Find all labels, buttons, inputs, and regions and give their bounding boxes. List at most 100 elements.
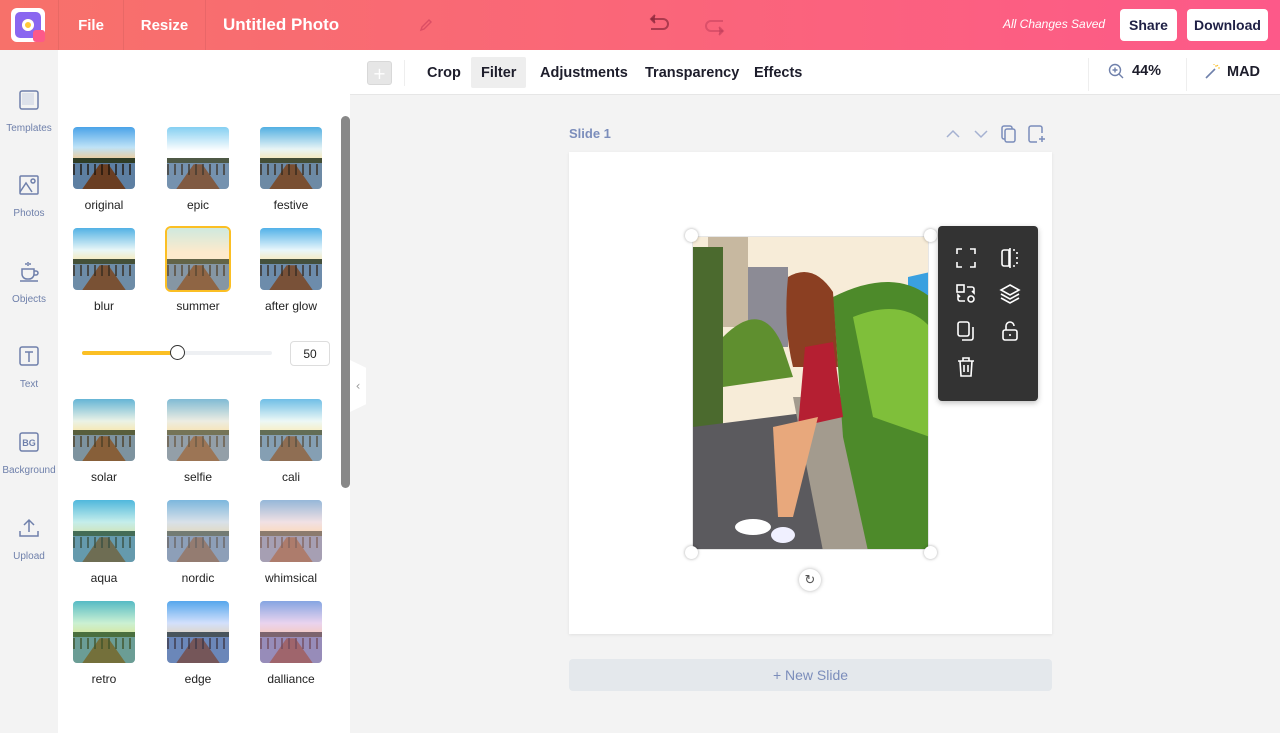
sidebar-label: Background (2, 465, 55, 476)
selected-photo[interactable] (692, 236, 929, 550)
filter-thumbnail[interactable] (71, 599, 137, 665)
resize-handle-bl[interactable] (685, 546, 698, 559)
filter-after-glow[interactable]: after glow (258, 226, 324, 313)
filter-thumbnail[interactable] (71, 397, 137, 463)
filter-blur[interactable]: blur (71, 226, 137, 313)
document-title[interactable]: Untitled Photo (206, 0, 406, 50)
filter-dalliance[interactable]: dalliance (258, 599, 324, 686)
filter-cali[interactable]: cali (258, 397, 324, 484)
filter-thumbnail[interactable] (71, 498, 137, 564)
sidebar: Templates Photos Objects Text BG Backgro… (0, 50, 58, 733)
delete-icon[interactable] (954, 355, 978, 379)
resize-handle-tr[interactable] (924, 229, 937, 242)
sidebar-item-background[interactable]: BG Background (0, 430, 58, 477)
add-button[interactable]: + (367, 61, 392, 85)
app-logo-icon[interactable] (11, 8, 45, 42)
new-slide-button[interactable]: + New Slide (569, 659, 1052, 691)
cup-icon (17, 259, 41, 283)
share-button[interactable]: Share (1120, 9, 1177, 41)
filter-label: epic (165, 198, 231, 212)
filter-selfie[interactable]: selfie (165, 397, 231, 484)
thumb-layer (167, 601, 229, 663)
filter-retro[interactable]: retro (71, 599, 137, 686)
filter-thumbnail[interactable] (71, 125, 137, 191)
slider-knob[interactable] (170, 345, 185, 360)
thumb-layer (260, 601, 322, 663)
thumb-layer (167, 500, 229, 562)
collapse-panel-button[interactable]: ‹ (350, 360, 366, 412)
intensity-slider[interactable] (82, 351, 272, 355)
tab-effects[interactable]: Effects (744, 57, 812, 88)
filter-label: whimsical (258, 571, 324, 585)
filter-label: original (71, 198, 137, 212)
thumb-layer (167, 399, 229, 461)
divider (1186, 58, 1187, 91)
sidebar-item-upload[interactable]: Upload (0, 516, 58, 563)
filter-thumbnail[interactable] (258, 397, 324, 463)
filter-label: retro (71, 672, 137, 686)
filter-thumbnail[interactable] (165, 498, 231, 564)
tab-crop[interactable]: Crop (417, 57, 471, 88)
thumb-layer (167, 228, 229, 290)
zoom-control[interactable]: 44% (1108, 63, 1161, 79)
duplicate-slide-icon[interactable] (999, 124, 1019, 144)
filter-epic[interactable]: epic (165, 125, 231, 212)
filter-original[interactable]: original (71, 125, 137, 212)
rotate-handle[interactable]: ↻ (799, 569, 821, 591)
filter-aqua[interactable]: aqua (71, 498, 137, 585)
undo-icon[interactable] (645, 12, 671, 36)
unlock-icon[interactable] (998, 319, 1022, 343)
add-slide-icon[interactable] (1027, 124, 1047, 144)
zoom-level: 44% (1132, 63, 1161, 79)
resize-menu[interactable]: Resize (124, 0, 206, 50)
thumb-layer (73, 500, 135, 562)
filter-thumbnail[interactable] (258, 498, 324, 564)
file-menu[interactable]: File (58, 0, 124, 50)
filter-thumbnail[interactable] (258, 226, 324, 292)
replace-icon[interactable] (954, 282, 978, 306)
thumb-layer (260, 399, 322, 461)
magic-button[interactable]: MAD (1204, 63, 1260, 80)
filter-thumbnail[interactable] (71, 226, 137, 292)
sidebar-item-photos[interactable]: Photos (0, 173, 58, 220)
slide-title: Slide 1 (569, 126, 611, 141)
tab-transparency[interactable]: Transparency (635, 57, 749, 88)
filter-nordic[interactable]: nordic (165, 498, 231, 585)
filter-summer[interactable]: summer (165, 226, 231, 313)
move-up-icon[interactable] (943, 124, 963, 144)
sidebar-item-templates[interactable]: Templates (0, 88, 58, 135)
duplicate-icon[interactable] (954, 319, 978, 343)
thumb-layer (73, 601, 135, 663)
sidebar-item-objects[interactable]: Objects (0, 259, 58, 306)
filter-festive[interactable]: festive (258, 125, 324, 212)
filter-label: festive (258, 198, 324, 212)
resize-handle-tl[interactable] (685, 229, 698, 242)
filter-thumbnail[interactable] (258, 599, 324, 665)
tab-adjustments[interactable]: Adjustments (530, 57, 638, 88)
redo-icon[interactable] (703, 14, 729, 38)
divider (404, 60, 405, 86)
crop-icon[interactable] (954, 246, 978, 270)
download-button[interactable]: Download (1187, 9, 1268, 41)
sidebar-item-text[interactable]: Text (0, 344, 58, 391)
layers-icon[interactable] (998, 282, 1022, 306)
filter-solar[interactable]: solar (71, 397, 137, 484)
intensity-value[interactable]: 50 (290, 341, 330, 366)
filter-thumbnail[interactable] (165, 397, 231, 463)
tab-filter[interactable]: Filter (471, 57, 526, 88)
sidebar-label: Objects (12, 294, 46, 305)
top-bar: File Resize Untitled Photo All Changes S… (0, 0, 1280, 50)
filter-thumbnail[interactable] (258, 125, 324, 191)
pencil-icon[interactable] (418, 17, 434, 33)
move-down-icon[interactable] (971, 124, 991, 144)
flip-icon[interactable] (998, 246, 1022, 270)
filter-thumbnail[interactable] (165, 226, 231, 292)
resize-handle-br[interactable] (924, 546, 937, 559)
filter-thumbnail[interactable] (165, 599, 231, 665)
filter-edge[interactable]: edge (165, 599, 231, 686)
filter-thumbnail[interactable] (165, 125, 231, 191)
thumb-layer (260, 500, 322, 562)
panel-scrollbar[interactable] (341, 116, 350, 488)
text-icon (17, 344, 41, 368)
filter-whimsical[interactable]: whimsical (258, 498, 324, 585)
